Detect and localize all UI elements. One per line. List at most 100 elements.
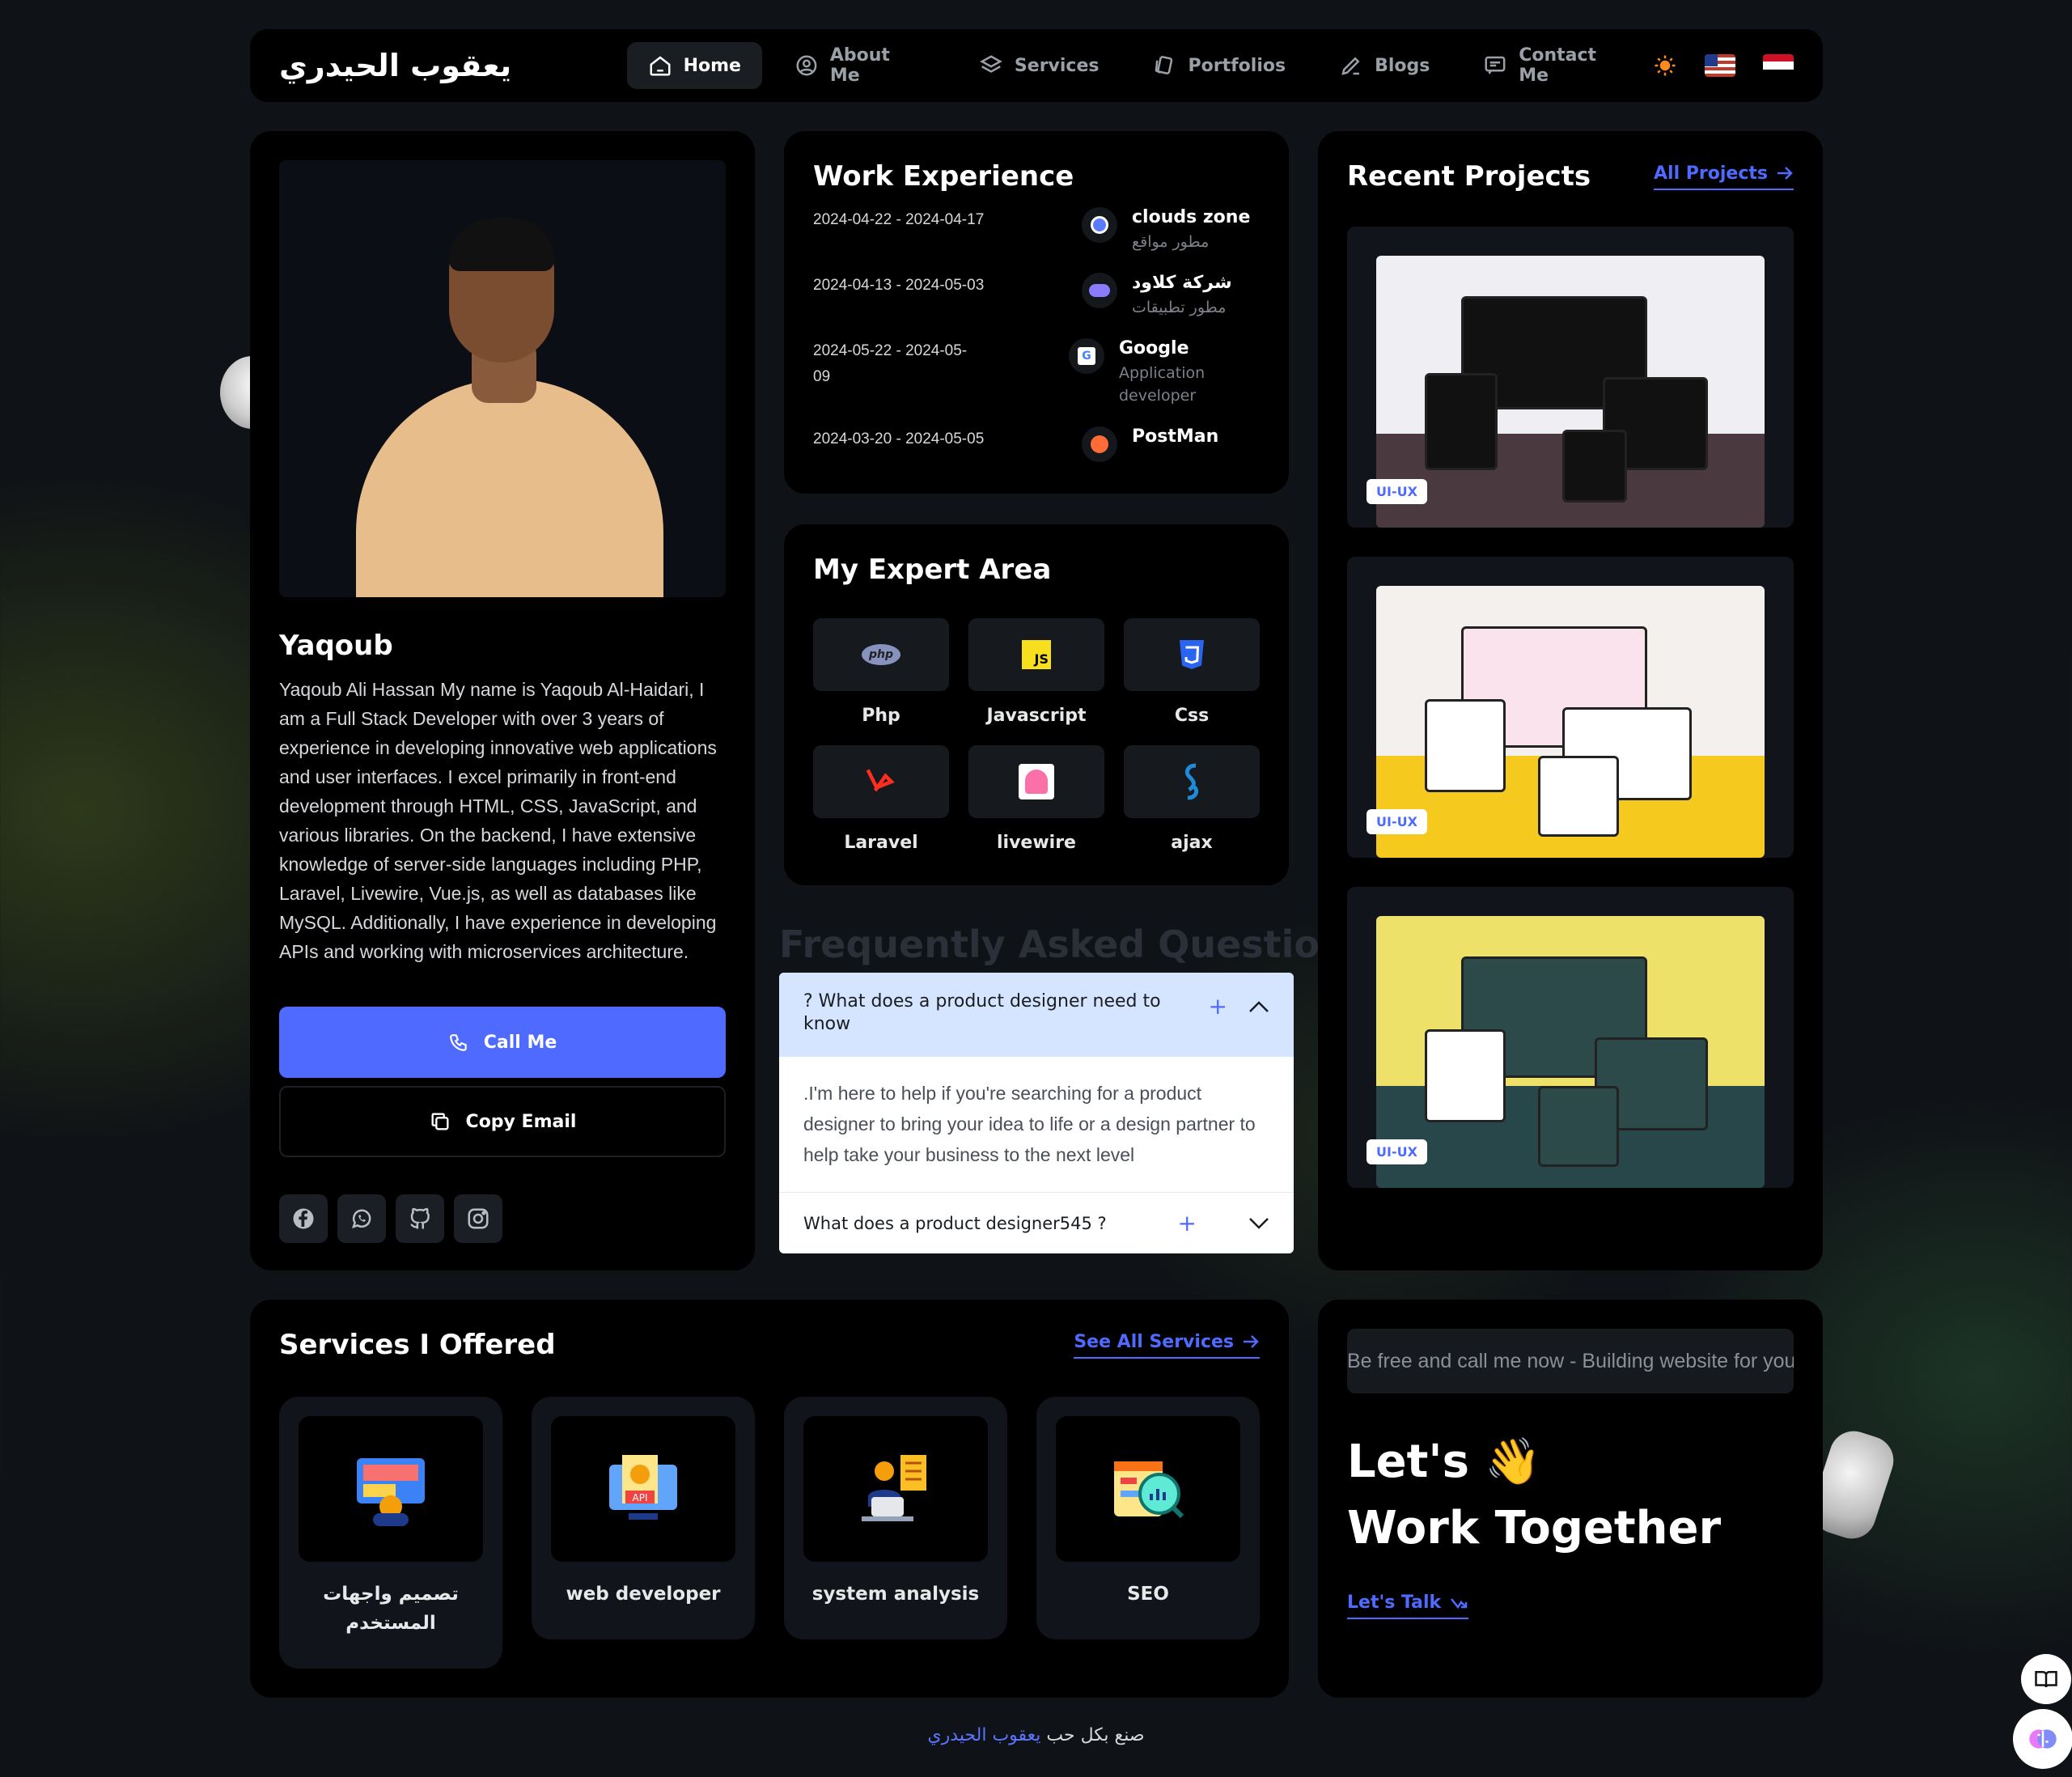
skill-item: JS Javascript: [968, 618, 1104, 726]
service-icon-box: [803, 1416, 988, 1562]
faq-question-open[interactable]: ? What does a product designer need to k…: [779, 973, 1294, 1057]
company-role: مطور تطبيقات: [1132, 299, 1227, 316]
skill-box: [813, 745, 949, 818]
plus-icon[interactable]: +: [1178, 1210, 1197, 1236]
company-name: PostMan: [1132, 426, 1219, 447]
service-label: SEO: [1127, 1584, 1169, 1605]
project-image: [1376, 256, 1765, 528]
marquee-text: Be free and call me now - Building websi…: [1347, 1349, 1794, 1372]
skill-label: ajax: [1171, 833, 1213, 853]
company-name: شركة كلاود: [1132, 273, 1232, 293]
yemen-flag-icon[interactable]: [1763, 54, 1794, 77]
github-link[interactable]: [396, 1194, 444, 1243]
service-item[interactable]: system analysis: [784, 1397, 1007, 1639]
skill-box: [1124, 618, 1260, 691]
facebook-link[interactable]: [279, 1194, 328, 1243]
work-experience-title: Work Experience: [813, 160, 1074, 193]
livewire-icon: [1019, 764, 1054, 799]
laravel-icon: [866, 769, 895, 792]
copy-email-button[interactable]: Copy Email: [279, 1086, 726, 1157]
project-item[interactable]: UI-UX: [1347, 227, 1794, 528]
nav-blogs-label: Blogs: [1375, 55, 1430, 76]
work-experience-card: Work Experience 2024-04-22 - 2024-04-17 …: [784, 131, 1289, 494]
call-me-button[interactable]: Call Me: [279, 1007, 726, 1078]
company-name: Google: [1119, 338, 1189, 358]
book-icon: [2035, 1671, 2057, 1688]
work-date: 2024-04-22 - 2024-04-17: [813, 211, 985, 228]
api-monitor-icon: API: [609, 1455, 677, 1520]
project-item[interactable]: UI-UX: [1347, 887, 1794, 1188]
arrow-up-right-icon: [1451, 1597, 1468, 1609]
svg-text:API: API: [633, 1492, 648, 1503]
php-icon: php: [862, 644, 900, 665]
faq-title: Frequently Asked Questions: [779, 922, 1369, 966]
message-icon: [1485, 56, 1506, 74]
chevron-up-icon[interactable]: [1248, 1000, 1269, 1013]
project-badge: UI-UX: [1367, 1139, 1427, 1164]
facebook-icon: [293, 1208, 314, 1229]
project-item[interactable]: UI-UX: [1347, 557, 1794, 858]
edit-icon: [1341, 57, 1360, 75]
whatsapp-link[interactable]: [337, 1194, 386, 1243]
heading-line-1: Let's 👋: [1347, 1436, 1542, 1488]
work-item: 2024-05-22 - 2024-05-09 G Google Applicat…: [813, 338, 1260, 407]
phone-icon: [449, 1034, 467, 1051]
whatsapp-icon: [352, 1209, 371, 1228]
lets-talk-label: Let's Talk: [1347, 1593, 1442, 1613]
us-flag-icon[interactable]: [1705, 54, 1735, 77]
profile-bio: Yaqoub Ali Hassan My name is Yaqoub Al-H…: [279, 679, 717, 962]
footer: صنع بكل حب يعقوب الحيدري: [0, 1725, 2072, 1745]
instagram-link[interactable]: [454, 1194, 502, 1243]
profile-card: Yaqoub Yaqoub Ali Hassan My name is Yaqo…: [250, 131, 755, 1270]
copy-icon: [431, 1113, 449, 1130]
service-item[interactable]: تصميم واجهات المستخدم: [279, 1397, 502, 1669]
nav-home[interactable]: Home: [626, 42, 762, 89]
skill-label: Php: [862, 706, 900, 726]
marquee-banner: Be free and call me now - Building websi…: [1347, 1329, 1794, 1393]
css-icon: [1180, 640, 1204, 669]
ui-design-icon: [357, 1458, 425, 1526]
faq-question-text: What does a product designer545 ?: [803, 1213, 1107, 1233]
work-company: G Google Application developer: [1069, 338, 1260, 407]
lets-talk-link[interactable]: Let's Talk: [1347, 1593, 1469, 1619]
nav-contact-label: Contact Me: [1519, 45, 1597, 86]
nav-portfolios-label: Portfolios: [1188, 55, 1286, 76]
sun-icon[interactable]: [1653, 53, 1677, 78]
instagram-icon: [468, 1208, 489, 1229]
service-icon-box: [1056, 1416, 1240, 1562]
cards-icon: [1155, 56, 1173, 74]
see-all-services-link[interactable]: See All Services: [1074, 1332, 1260, 1359]
ai-assistant-button[interactable]: [2013, 1709, 2072, 1769]
company-role: Application developer: [1119, 364, 1205, 405]
work-date: 2024-03-20 - 2024-05-05: [813, 430, 985, 447]
faq-controls: +: [1209, 995, 1269, 1018]
services-card: Services I Offered See All Services تصمي…: [250, 1300, 1289, 1698]
postman-logo-icon: [1082, 426, 1117, 462]
expert-area-title: My Expert Area: [813, 553, 1052, 586]
skill-item: Laravel: [813, 745, 949, 853]
copy-email-label: Copy Email: [465, 1111, 577, 1132]
site-logo[interactable]: يعقوب الحيدري: [279, 48, 587, 83]
company-role: مطور مواقع: [1132, 233, 1210, 251]
nav-blogs[interactable]: Blogs: [1318, 42, 1451, 89]
services-header: Services I Offered See All Services: [279, 1329, 1260, 1361]
contact-card: Be free and call me now - Building websi…: [1318, 1300, 1823, 1698]
skill-label: Css: [1174, 706, 1210, 726]
skill-item: Css: [1124, 618, 1260, 726]
service-item[interactable]: API web developer: [532, 1397, 755, 1639]
all-projects-link[interactable]: All Projects: [1654, 163, 1794, 190]
project-badge: UI-UX: [1367, 479, 1427, 504]
nav-services[interactable]: Services: [958, 42, 1121, 89]
project-image: [1376, 586, 1765, 858]
service-item[interactable]: SEO: [1036, 1397, 1260, 1639]
reading-mode-button[interactable]: [2021, 1654, 2071, 1704]
nav-contact[interactable]: Contact Me: [1462, 34, 1653, 97]
arrow-right-icon: [1778, 167, 1793, 180]
nav-about[interactable]: About Me: [773, 34, 947, 97]
faq-question-closed[interactable]: What does a product designer545 ? +: [779, 1193, 1294, 1253]
nav-portfolios[interactable]: Portfolios: [1131, 42, 1307, 89]
user-icon: [796, 55, 817, 76]
footer-author-link[interactable]: يعقوب الحيدري: [927, 1725, 1040, 1745]
chevron-down-icon[interactable]: [1248, 1217, 1269, 1230]
plus-icon[interactable]: +: [1209, 995, 1227, 1018]
